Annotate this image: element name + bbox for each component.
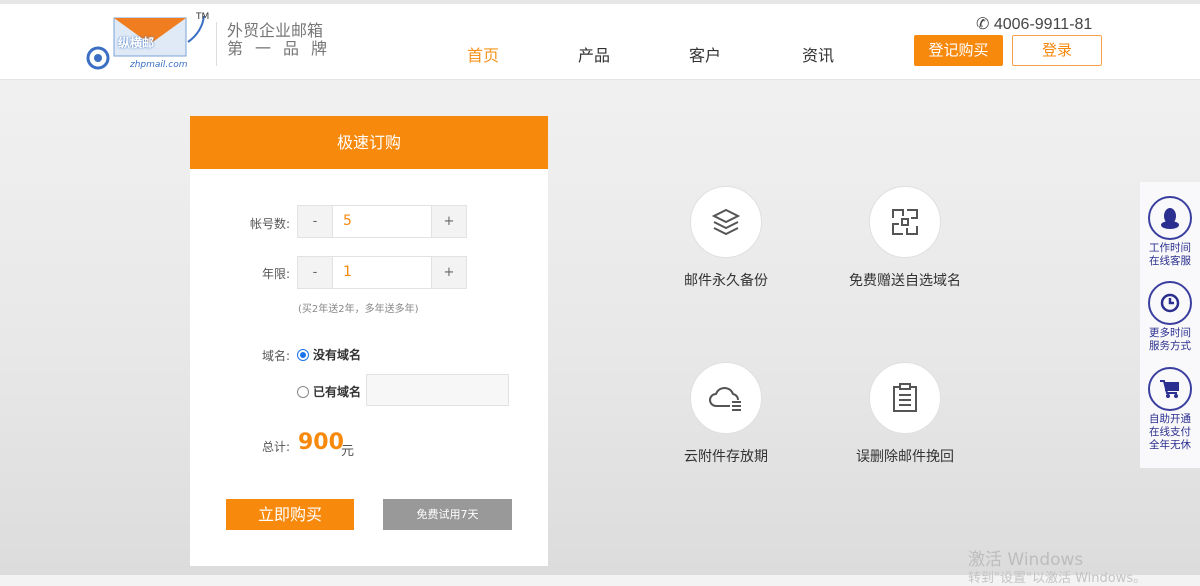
slogan-line2: 第一品牌 bbox=[227, 39, 340, 58]
feature-label: 云附件存放期 bbox=[684, 449, 768, 465]
feature-label: 免费赠送自选域名 bbox=[849, 273, 961, 289]
slogan: 外贸企业邮箱 第一品牌 bbox=[216, 22, 339, 66]
phone-icon: ✆ bbox=[976, 16, 990, 33]
years-label: 年限: bbox=[261, 267, 290, 281]
sidebar-text: 全年无休 bbox=[1149, 439, 1191, 451]
cart-icon bbox=[1148, 367, 1192, 411]
phone-number: 4006-9911-81 bbox=[993, 16, 1093, 33]
feature-recover: 误删除邮件挽回 bbox=[825, 362, 985, 466]
total-value: 900 bbox=[298, 430, 344, 455]
feature-backup: 邮件永久备份 bbox=[646, 186, 806, 290]
currency: 元 bbox=[341, 444, 355, 459]
windows-watermark-sub: 转到"设置"以激活 Windows。 bbox=[968, 571, 1147, 586]
clock-icon bbox=[1148, 281, 1192, 325]
logo-text: 纵横邮 bbox=[118, 36, 155, 50]
clipboard-icon bbox=[869, 362, 941, 434]
sidebar-service-hours[interactable]: 更多时间 服务方式 bbox=[1140, 281, 1200, 353]
qr-grid-icon bbox=[869, 186, 941, 258]
radio-label: 没有域名 bbox=[313, 348, 362, 362]
radio-has-domain[interactable]: 已有域名 bbox=[297, 383, 361, 400]
slogan-line1: 外贸企业邮箱 bbox=[227, 21, 324, 40]
accounts-input[interactable]: 5 bbox=[332, 206, 432, 237]
years-stepper: - 1 + bbox=[297, 256, 467, 289]
site-header: 纵横邮 TM zhpmail.com 外贸企业邮箱 第一品牌 首页 产品 客户 … bbox=[0, 4, 1200, 80]
feature-domain: 免费赠送自选域名 bbox=[825, 186, 985, 290]
years-plus-button[interactable]: + bbox=[432, 257, 466, 288]
free-trial-button[interactable]: 免费试用7天 bbox=[383, 499, 512, 530]
sidebar-text: 更多时间 bbox=[1149, 327, 1191, 339]
feature-label: 误删除邮件挽回 bbox=[856, 449, 954, 465]
radio-checked-icon bbox=[297, 348, 309, 361]
qq-icon bbox=[1148, 196, 1192, 240]
feature-cloud: 云附件存放期 bbox=[646, 362, 806, 466]
nav-customers[interactable]: 客户 bbox=[689, 42, 721, 66]
trademark: TM bbox=[196, 12, 210, 22]
nav-news[interactable]: 资讯 bbox=[802, 42, 834, 66]
buy-now-button[interactable]: 立即购买 bbox=[226, 499, 354, 530]
sidebar-text: 工作时间 bbox=[1149, 242, 1191, 254]
quick-order-panel: 极速订购 帐号数: - 5 + 年限: - 1 + (买2年送2年，多年送多年)… bbox=[190, 116, 548, 566]
sidebar-self-service[interactable]: 自助开通 在线支付 全年无休 bbox=[1140, 367, 1200, 452]
radio-no-domain[interactable]: 没有域名 bbox=[297, 346, 361, 363]
radio-label: 已有域名 bbox=[313, 385, 362, 399]
sidebar-text: 自助开通 bbox=[1149, 413, 1191, 425]
sidebar-text: 在线客服 bbox=[1149, 255, 1191, 267]
accounts-minus-button[interactable]: - bbox=[298, 206, 332, 237]
accounts-stepper: - 5 + bbox=[297, 205, 467, 238]
panel-title: 极速订购 bbox=[190, 116, 548, 169]
cloud-icon bbox=[690, 362, 762, 434]
phone: ✆ 4006-9911-81 bbox=[976, 14, 1092, 34]
total-label: 总计: bbox=[261, 440, 290, 454]
years-note: (买2年送2年，多年送多年) bbox=[298, 304, 419, 315]
accounts-plus-button[interactable]: + bbox=[432, 206, 466, 237]
sidebar-text: 在线支付 bbox=[1149, 426, 1191, 438]
years-input[interactable]: 1 bbox=[332, 257, 432, 288]
accounts-label: 帐号数: bbox=[249, 217, 290, 231]
domain-label: 域名: bbox=[261, 349, 290, 363]
login-button[interactable]: 登录 bbox=[1012, 35, 1102, 66]
register-buy-button[interactable]: 登记购买 bbox=[914, 35, 1003, 66]
service-sidebar: 工作时间 在线客服 更多时间 服务方式 自助开通 在线支付 全年无休 bbox=[1140, 182, 1200, 468]
feature-label: 邮件永久备份 bbox=[684, 273, 768, 289]
radio-unchecked-icon bbox=[297, 385, 309, 398]
nav-products[interactable]: 产品 bbox=[578, 42, 610, 66]
layers-icon bbox=[690, 186, 762, 258]
sidebar-text: 服务方式 bbox=[1149, 340, 1191, 352]
sidebar-online-service[interactable]: 工作时间 在线客服 bbox=[1140, 196, 1200, 268]
logo[interactable]: 纵横邮 TM zhpmail.com bbox=[84, 12, 214, 74]
logo-domain: zhpmail.com bbox=[130, 60, 188, 70]
nav-home[interactable]: 首页 bbox=[467, 42, 499, 66]
years-minus-button[interactable]: - bbox=[298, 257, 332, 288]
domain-input[interactable] bbox=[366, 374, 509, 406]
